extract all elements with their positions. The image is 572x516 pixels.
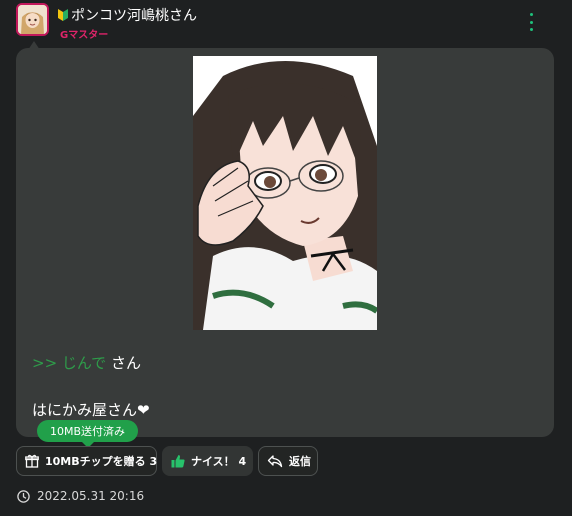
gift-icon — [25, 454, 39, 468]
avatar[interactable] — [16, 3, 49, 36]
reply-label: 返信 — [289, 455, 311, 468]
reply-line: >> じんで さん — [32, 352, 141, 373]
clock-icon — [17, 489, 30, 503]
post-timestamp: 2022.05.31 20:16 — [17, 489, 144, 503]
reply-arrow-icon — [267, 455, 283, 468]
reply-mention-link[interactable]: >> じんで — [32, 354, 106, 372]
reply-mention-suffix: さん — [110, 354, 141, 372]
reply-button[interactable]: 返信 — [258, 446, 318, 476]
nice-button[interactable]: ナイス！ 4 — [162, 446, 253, 476]
tip-sent-tooltip: 10MB送付済み — [37, 420, 138, 448]
user-rank-badge: Gマスター — [60, 30, 109, 41]
post-image[interactable] — [193, 56, 377, 330]
send-tip-button[interactable]: 10MBチップを贈る 3 — [16, 446, 157, 476]
nice-label: ナイス！ 4 — [191, 455, 247, 468]
send-tip-label: 10MBチップを贈る 3 — [45, 455, 158, 468]
message-text: はにかみ屋さん❤ — [32, 401, 150, 419]
thumbs-up-icon — [171, 455, 185, 468]
kebab-menu-icon[interactable] — [525, 13, 537, 31]
timestamp-text: 2022.05.31 20:16 — [37, 489, 145, 503]
username[interactable]: ポンコツ河嶋桃さん — [71, 5, 197, 25]
beginner-mark-icon — [58, 9, 68, 21]
